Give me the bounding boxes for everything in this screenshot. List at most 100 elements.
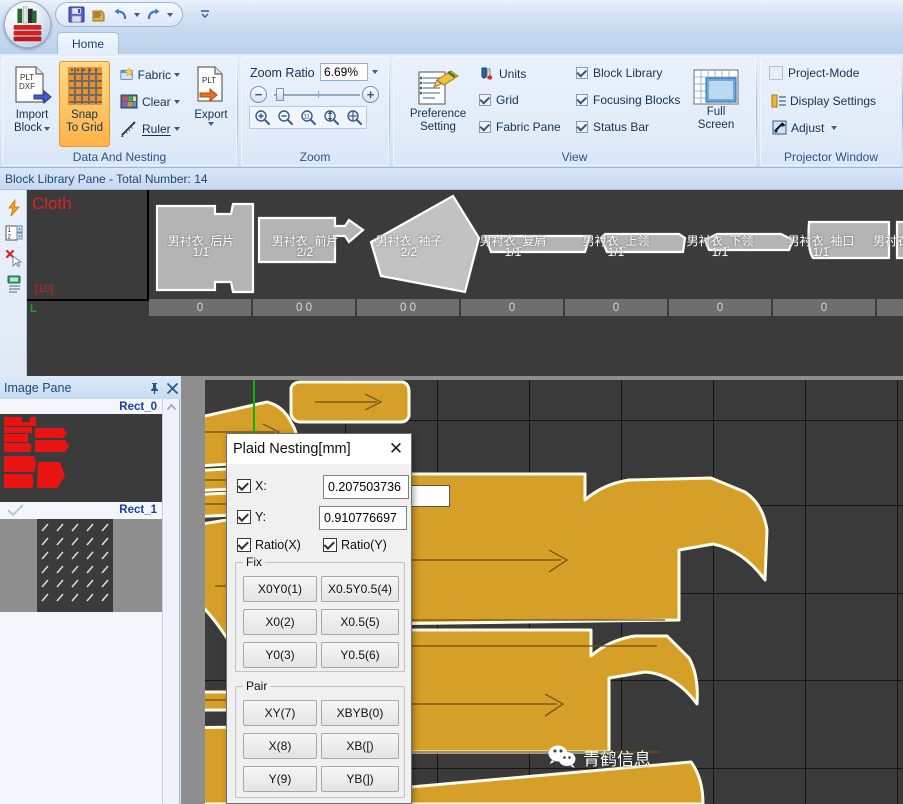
image-pane-scrollbar[interactable]	[162, 399, 179, 804]
preference-setting-label-1: Preference	[409, 108, 467, 120]
plt-dxf-import-icon: PLT DXF	[15, 66, 52, 105]
fix-x0-button[interactable]: X0(2)	[243, 609, 317, 635]
export-button[interactable]: PLT Export	[188, 61, 234, 147]
preference-setting-icon	[418, 70, 459, 105]
wechat-icon	[548, 745, 576, 768]
ribbon-group-title-data-and-nesting: Data And Nesting	[72, 150, 167, 164]
zoom-out-button[interactable]	[274, 108, 296, 127]
y-value-input[interactable]: 0.910776697	[319, 506, 407, 530]
status-bar-checkbox[interactable]: Status Bar	[576, 120, 649, 134]
app-logo-icon	[13, 6, 42, 42]
zoom-fit-height-button[interactable]	[320, 108, 342, 127]
zoom-fit-all-button[interactable]	[343, 108, 365, 127]
fabric-label: Fabric	[137, 67, 171, 82]
ribbon-group-data-and-nesting: PLT DXF Import Block Snap To Grid Fabric…	[2, 56, 238, 166]
x-value-input[interactable]: 0.207503736	[323, 475, 409, 499]
quick-access-toolbar	[0, 0, 903, 48]
full-screen-button[interactable]: Full Screen	[684, 61, 748, 147]
image-item-check-0[interactable]	[6, 504, 26, 518]
sort-order-button[interactable]: 1 2	[4, 223, 24, 243]
customize-quick-access-button[interactable]	[196, 4, 214, 24]
zoom-fit-all-icon	[346, 110, 362, 125]
zoom-slider-knob[interactable]	[276, 88, 284, 101]
list-view-button[interactable]	[4, 274, 24, 294]
pair-x-button[interactable]: X(8)	[243, 733, 317, 759]
zoom-actual-size-button[interactable]: 11	[297, 108, 319, 127]
auto-nest-button[interactable]	[4, 198, 24, 218]
piece-ratio-1: 2/2	[296, 245, 314, 259]
checkbox-icon	[576, 121, 588, 133]
display-settings-button[interactable]: Display Settings	[767, 91, 880, 111]
pair-y-button[interactable]: Y(9)	[243, 766, 317, 792]
delete-selection-button[interactable]	[4, 248, 24, 268]
plus-icon: +	[366, 87, 375, 102]
image-thumbnail-1[interactable]	[0, 519, 163, 612]
zoom-ratio-dropdown[interactable]	[368, 63, 382, 81]
dialog-title-bar: Plaid Nesting[mm] ✕	[227, 434, 411, 464]
fabric-preview-1	[0, 519, 163, 612]
zoom-slider-track[interactable]	[274, 94, 360, 96]
block-library-checkbox[interactable]: Block Library	[576, 66, 662, 80]
image-thumbnail-0[interactable]	[0, 414, 163, 502]
redo-dropdown[interactable]	[165, 5, 174, 25]
image-pane-close-button[interactable]	[164, 380, 180, 396]
display-settings-icon	[771, 94, 786, 108]
scroll-up-button[interactable]	[163, 399, 180, 416]
image-pane-title: Image Pane	[4, 380, 72, 395]
pair-xbyb-button[interactable]: XBYB(0)	[321, 700, 399, 726]
export-label: Export	[194, 109, 228, 121]
application-button[interactable]	[4, 1, 51, 48]
zoom-decrease-button[interactable]: −	[250, 86, 267, 103]
ratio-y-checkbox[interactable]: Ratio(Y)	[323, 538, 387, 552]
ratio-x-checkbox[interactable]: Ratio(X)	[237, 538, 301, 552]
project-mode-checkbox[interactable]: Project-Mode	[769, 66, 859, 80]
zoom-in-button[interactable]	[251, 108, 273, 127]
import-block-button[interactable]: PLT DXF Import Block	[8, 61, 56, 147]
checkbox-icon	[769, 66, 783, 80]
save-button[interactable]	[66, 5, 86, 25]
dialog-close-button[interactable]: ✕	[385, 438, 407, 460]
svg-text:11: 11	[303, 115, 310, 121]
delete-select-icon	[5, 249, 23, 267]
ribbon-group-projector-window: Project-Mode Display Settings Adjust Pro…	[760, 56, 903, 166]
pair-xy-button[interactable]: XY(7)	[243, 700, 317, 726]
ruler-button[interactable]: Ruler	[116, 117, 184, 140]
grid-checkbox[interactable]: Grid	[479, 93, 519, 107]
preference-setting-button[interactable]: Preference Setting	[402, 61, 474, 147]
snap-to-grid-button[interactable]: Snap To Grid	[59, 61, 110, 147]
fabric-pane-checkbox[interactable]: Fabric Pane	[479, 120, 561, 134]
adjust-button[interactable]: Adjust	[767, 117, 841, 138]
ribbon-group-view: Preference Setting Units Grid Fabric Pan…	[393, 56, 757, 166]
fabric-button[interactable]: Fabric	[116, 63, 184, 86]
fix-x05y05-button[interactable]: X0.5Y0.5(4)	[321, 576, 399, 602]
ribbon-group-title-projector-window: Projector Window	[783, 150, 879, 164]
clear-button[interactable]: Clear	[116, 90, 184, 113]
redo-button[interactable]	[143, 5, 163, 25]
checkbox-icon	[576, 67, 588, 79]
close-icon	[166, 382, 178, 394]
tab-home[interactable]: Home	[57, 32, 119, 54]
fix-y05-button[interactable]: Y0.5(6)	[321, 642, 399, 668]
undo-button[interactable]	[110, 5, 130, 25]
fix-y0-button[interactable]: Y0(3)	[243, 642, 317, 668]
pair-yb-button[interactable]: YB(])	[321, 766, 399, 792]
zoom-slider-tick	[318, 91, 319, 98]
piece-ratio-6: 1/1	[812, 245, 830, 259]
y-checkbox-row[interactable]: Y:	[237, 510, 266, 524]
svg-text:PLT: PLT	[202, 76, 216, 85]
print-button[interactable]	[88, 5, 108, 25]
pair-xb-button[interactable]: XB([)	[321, 733, 399, 759]
fix-x0y0-button[interactable]: X0Y0(1)	[243, 576, 317, 602]
chevron-down-icon	[174, 72, 180, 77]
zoom-ratio-value[interactable]: 6.69%	[320, 63, 368, 81]
full-screen-label-1: Full	[706, 106, 726, 118]
cloth-cell[interactable]: Cloth [10]	[27, 190, 149, 301]
fix-x05-button[interactable]: X0.5(5)	[321, 609, 399, 635]
zoom-increase-button[interactable]: +	[362, 86, 379, 103]
image-pane-pin-button[interactable]	[146, 380, 162, 396]
undo-dropdown[interactable]	[132, 5, 141, 25]
units-button[interactable]: Units	[479, 66, 526, 81]
list-view-icon	[7, 275, 21, 293]
x-checkbox-row[interactable]: X:	[237, 479, 267, 493]
focusing-blocks-checkbox[interactable]: Focusing Blocks	[576, 93, 680, 107]
